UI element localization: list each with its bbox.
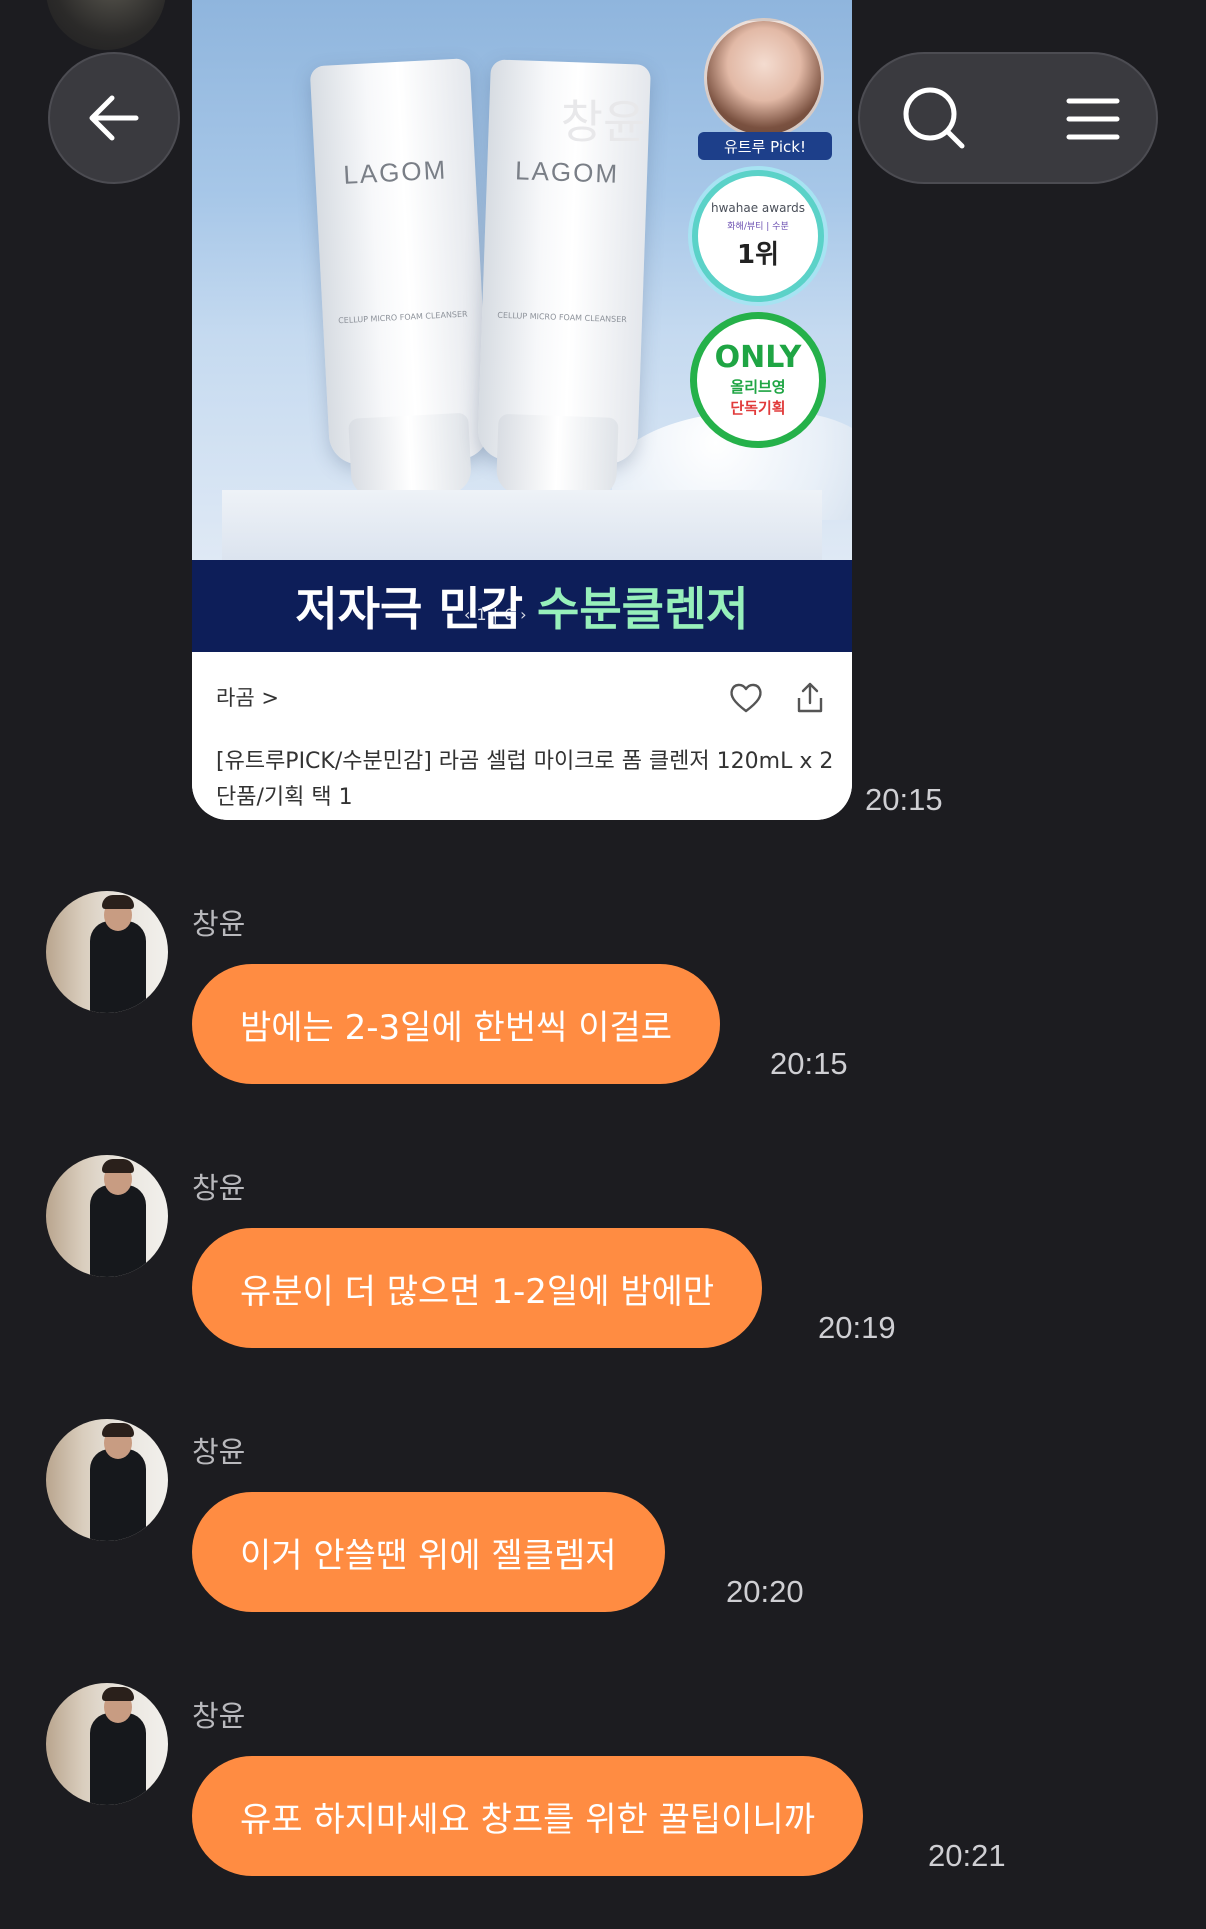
share-icon[interactable] <box>790 678 830 718</box>
search-button[interactable] <box>900 84 970 154</box>
award-badge-rank: 1위 <box>736 240 779 270</box>
hamburger-menu-icon <box>1066 98 1120 140</box>
award-badge-category: 화해/뷰티 | 수분 <box>727 222 789 232</box>
header-actions <box>858 52 1158 184</box>
sender-name: 창윤 <box>192 1435 246 1469</box>
tube-subtitle-text: CELLUP MICRO FOAM CLEANSER <box>337 309 468 326</box>
sender-avatar[interactable] <box>46 1683 168 1805</box>
podium-decoration <box>222 490 822 560</box>
pager-total: 6 <box>503 604 515 624</box>
chevron-left-icon[interactable]: ‹ <box>464 605 470 624</box>
message-bubble[interactable]: 밤에는 2-3일에 한번씩 이걸로 <box>192 964 721 1084</box>
message-time: 20:20 <box>726 1574 804 1609</box>
sender-avatar[interactable] <box>46 1155 168 1277</box>
sender-avatar[interactable] <box>46 1419 168 1541</box>
sender-avatar[interactable] <box>46 891 168 1013</box>
heart-icon[interactable] <box>726 678 766 718</box>
sender-name: 창윤 <box>192 1699 246 1733</box>
tube-cap <box>348 412 473 499</box>
message-bubble[interactable]: 유분이 더 많으면 1-2일에 밤에만 <box>192 1228 763 1348</box>
sender-name: 창윤 <box>192 1171 246 1205</box>
product-info: 라곰 > [유트루PICK/수분민감] 라곰 셀럽 마이크로 폼 클렌저 120… <box>192 652 852 820</box>
message-time: 20:15 <box>865 782 943 817</box>
back-button[interactable] <box>48 52 180 184</box>
message-bubble[interactable]: 이거 안쓸땐 위에 젤클렘저 <box>192 1492 665 1612</box>
only-badge: ONLY 올리브영 단독기획 <box>690 312 826 448</box>
sender-name: 창윤 <box>192 907 246 941</box>
chevron-right-icon[interactable]: › <box>520 605 526 624</box>
only-badge-store: 올리브영 <box>730 378 786 396</box>
search-icon <box>903 87 965 149</box>
arrow-left-icon <box>89 95 139 141</box>
product-title: [유트루PICK/수분민감] 라곰 셀럽 마이크로 폼 클렌저 120mL x … <box>216 749 834 810</box>
tube-cap <box>495 413 619 498</box>
only-badge-exclusive: 단독기획 <box>730 399 786 417</box>
chat-header: 창윤 <box>0 0 1206 190</box>
image-pager[interactable]: ‹ 1 | 6 › <box>454 600 537 628</box>
only-badge-title: ONLY <box>714 340 802 375</box>
banner-green-text: 수분클렌저 <box>537 582 749 636</box>
avatar <box>46 0 166 50</box>
menu-button[interactable] <box>1058 84 1128 154</box>
message-time: 20:19 <box>818 1310 896 1345</box>
message-time: 20:21 <box>928 1838 1006 1873</box>
brand-link[interactable]: 라곰 > <box>216 682 279 712</box>
message-time: 20:15 <box>770 1046 848 1081</box>
tube-subtitle-text: CELLUP MICRO FOAM CLEANSER <box>497 310 627 325</box>
pager-current: 1 <box>476 604 487 624</box>
pager-separator: | <box>492 604 498 624</box>
award-badge-title: hwahae awards <box>710 201 806 215</box>
message-bubble[interactable]: 유포 하지마세요 창프를 위한 꿀팁이니까 <box>192 1756 863 1876</box>
